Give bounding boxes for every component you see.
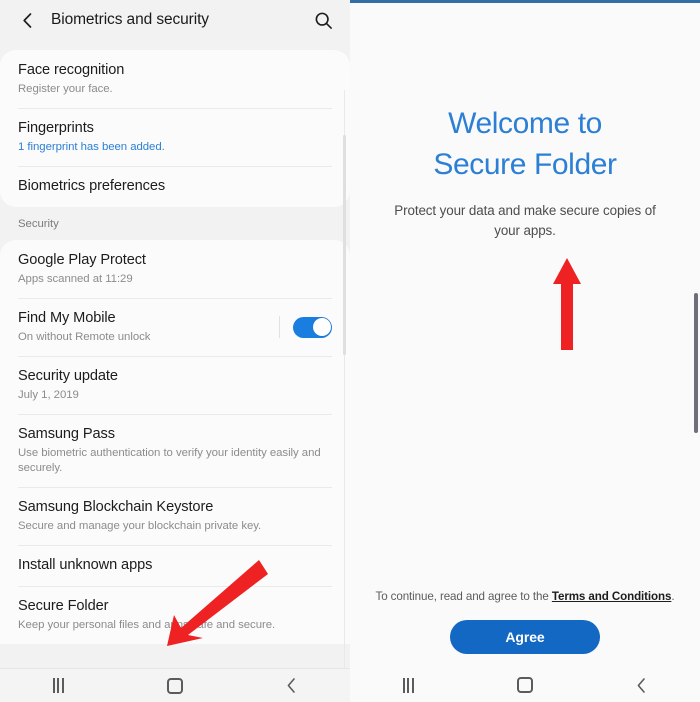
row-title: Samsung Pass [18,426,115,442]
settings-row-install-unknown-apps[interactable]: Install unknown apps [0,545,350,586]
row-text: Security update July 1, 2019 [18,367,332,403]
row-text: Google Play Protect Apps scanned at 11:2… [18,251,332,287]
chevron-left-icon[interactable] [14,7,40,33]
row-title: Secure Folder [18,598,109,614]
settings-row-fingerprints[interactable]: Fingerprints 1 fingerprint has been adde… [0,108,350,166]
secure-folder-phone-panel: Welcome to Secure Folder Protect your da… [350,0,700,702]
settings-phone-panel: Biometrics and security Face recognition… [0,0,350,702]
terms-notice-suffix: . [671,590,675,603]
settings-row-biometrics-preferences[interactable]: Biometrics preferences [0,166,350,207]
row-title: Biometrics preferences [18,178,166,194]
row-subtitle: On without Remote unlock [18,331,151,343]
welcome-heading-line1: Welcome to [448,107,602,140]
row-subtitle: Secure and manage your blockchain privat… [18,520,262,532]
biometrics-card: Face recognition Register your face. Fin… [0,50,350,207]
settings-row-find-my-mobile[interactable]: Find My Mobile On without Remote unlock [0,298,350,356]
row-title: Google Play Protect [18,252,146,268]
row-subtitle: Register your face. [18,83,113,95]
row-text: Install unknown apps [18,556,332,575]
row-subtitle: Keep your personal files and apps safe a… [18,619,276,631]
row-subtitle: July 1, 2019 [18,389,79,401]
row-title: Install unknown apps [18,557,153,573]
settings-row-google-play-protect[interactable]: Google Play Protect Apps scanned at 11:2… [0,240,350,298]
right-system-navbar [350,668,700,702]
row-text: Biometrics preferences [18,177,332,196]
terms-notice-prefix: To continue, read and agree to the [375,590,552,603]
settings-row-samsung-pass[interactable]: Samsung Pass Use biometric authenticatio… [0,414,350,487]
welcome-heading: Welcome to Secure Folder [350,103,700,185]
row-title: Find My Mobile [18,310,116,326]
settings-appbar: Biometrics and security [0,0,350,40]
terms-notice: To continue, read and agree to the Terms… [350,590,700,603]
row-title: Face recognition [18,62,125,78]
toggle-knob [312,318,331,336]
back-icon[interactable] [612,668,672,702]
row-title: Fingerprints [18,120,94,136]
toggle-container [279,316,332,338]
secure-folder-footer: To continue, read and agree to the Terms… [350,590,700,668]
search-icon[interactable] [310,7,336,33]
left-system-navbar [0,668,350,702]
row-text: Find My Mobile On without Remote unlock [18,309,273,345]
section-header-security: Security [0,207,350,240]
settings-scroll-area[interactable]: Face recognition Register your face. Fin… [0,40,350,668]
settings-row-security-update[interactable]: Security update July 1, 2019 [0,356,350,414]
agree-button[interactable]: Agree [450,620,600,654]
row-text: Face recognition Register your face. [18,61,332,97]
home-icon[interactable] [495,668,555,702]
page-title: Biometrics and security [51,11,209,28]
welcome-heading-line2: Secure Folder [433,148,617,181]
screenshot-root: Biometrics and security Face recognition… [0,0,700,702]
row-text: Fingerprints 1 fingerprint has been adde… [18,119,332,155]
settings-row-secure-folder[interactable]: Secure Folder Keep your personal files a… [0,586,350,644]
row-title: Samsung Blockchain Keystore [18,499,214,515]
row-subtitle: Apps scanned at 11:29 [18,273,133,285]
welcome-subtitle: Protect your data and make secure copies… [394,203,656,238]
recents-icon[interactable] [378,668,438,702]
terms-and-conditions-link[interactable]: Terms and Conditions [552,590,672,603]
home-icon[interactable] [145,669,205,702]
row-text: Samsung Pass Use biometric authenticatio… [18,425,332,476]
row-text: Secure Folder Keep your personal files a… [18,597,332,633]
security-card: Google Play Protect Apps scanned at 11:2… [0,240,350,644]
settings-row-face-recognition[interactable]: Face recognition Register your face. [0,50,350,108]
back-icon[interactable] [262,669,322,702]
settings-row-samsung-blockchain-keystore[interactable]: Samsung Blockchain Keystore Secure and m… [0,487,350,545]
recents-icon[interactable] [28,669,88,702]
row-title: Security update [18,368,118,384]
find-my-mobile-toggle[interactable] [293,316,332,338]
row-subtitle: Use biometric authentication to verify y… [18,447,321,474]
row-subtitle: 1 fingerprint has been added. [18,141,165,153]
row-text: Samsung Blockchain Keystore Secure and m… [18,498,332,534]
